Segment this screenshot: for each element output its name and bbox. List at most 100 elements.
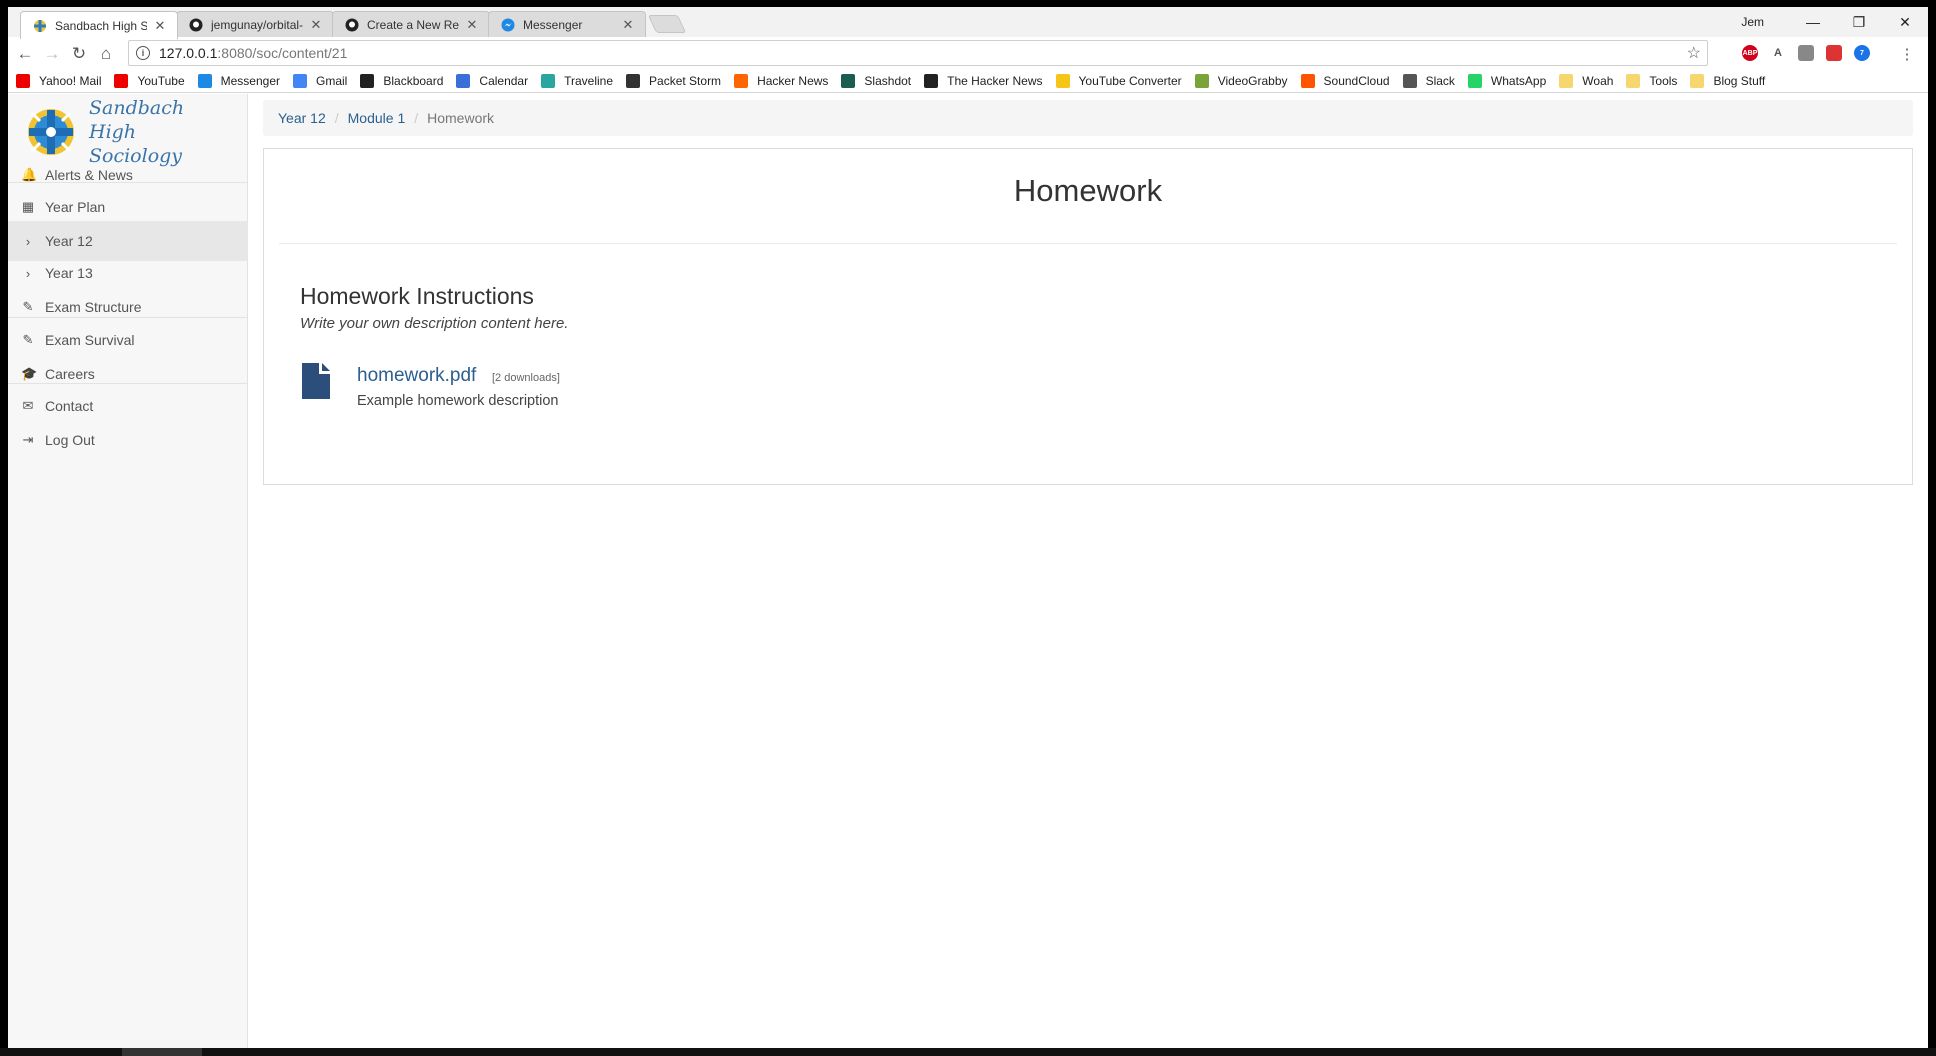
folder-icon [1690,74,1705,88]
file-icon[interactable] [302,363,330,399]
bookmark-label: Messenger [220,74,281,88]
bookmark-item[interactable]: YouTube [114,74,185,88]
bookmark-item[interactable]: VideoGrabby [1194,74,1288,88]
info-icon[interactable]: i [136,46,150,60]
bookmark-item[interactable]: Woah [1559,74,1613,88]
bookmark-item[interactable]: WhatsApp [1467,74,1546,88]
bookmark-label: The Hacker News [947,74,1043,88]
tab-orbital-sim[interactable]: jemgunay/orbital-sim: D ✕ [176,11,334,38]
bookmark-label: Gmail [316,74,348,88]
profile-name[interactable]: Jem [1741,15,1764,29]
sidebar-item-label: Year 13 [45,265,93,281]
sidebar-item-label: Contact [45,398,94,414]
messenger-icon [197,74,212,88]
bookmark-item[interactable]: Calendar [456,74,528,88]
calendar-icon [456,74,471,88]
adblock-icon[interactable]: ABP [1742,45,1758,61]
hackernews-icon [734,74,749,88]
breadcrumb-year-12[interactable]: Year 12 [278,110,326,126]
bookmark-label: Traveline [564,74,614,88]
new-tab-button[interactable] [647,15,687,33]
reload-button[interactable]: ↻ [68,43,90,65]
blackboard-icon [360,74,375,88]
bookmark-label: Hacker News [757,74,829,88]
sidebar: Sandbach High Sociology 🔔 Alerts & News ▦ Y… [8,94,248,1048]
red-extension-icon[interactable] [1826,45,1842,61]
bookmark-label: Packet Storm [649,74,722,88]
page-title: Homework [1013,173,1163,208]
sidebar-item-label: Year 12 [45,233,93,249]
slashdot-icon [841,74,856,88]
sidebar-item-label: Exam Structure [45,299,142,315]
logout-icon: ⇥ [22,432,34,447]
restore-button[interactable]: ❐ [1836,7,1882,37]
bookmark-item[interactable]: Traveline [541,74,613,88]
close-icon[interactable]: ✕ [621,17,635,33]
browser-window: Sandbach High Sociology ✕ jemgunay/orbit… [8,7,1928,1048]
youtube-red-icon [16,74,30,88]
taskbar [0,1048,1936,1056]
youtube-icon [114,74,129,88]
bookmark-item[interactable]: Slashdot [841,74,911,88]
breadcrumb-module-1[interactable]: Module 1 [348,110,406,126]
brand[interactable]: Sandbach High Sociology [26,97,236,167]
close-icon[interactable]: ✕ [309,17,323,33]
home-button[interactable]: ⌂ [95,43,117,65]
bookmark-item[interactable]: Packet Storm [626,74,721,88]
breadcrumb-current: Homework [427,110,495,126]
close-icon[interactable]: ✕ [153,18,167,34]
translate-icon[interactable]: A [1770,45,1786,61]
github-icon [345,18,359,32]
bookmark-item[interactable]: Blackboard [360,74,443,88]
tab-messenger[interactable]: Messenger ✕ [488,11,646,38]
extension-icon[interactable] [1798,45,1814,61]
pencil-icon: ✎ [22,299,34,314]
star-icon[interactable]: ☆ [1687,43,1701,63]
bookmark-item[interactable]: YouTube Converter [1055,74,1182,88]
bookmark-item[interactable]: Tools [1626,74,1677,88]
menu-icon[interactable]: ⋮ [1896,43,1918,65]
folder-icon [1559,74,1574,88]
forward-button[interactable]: → [41,43,63,65]
address-bar[interactable]: i 127.0.0.1:8080/soc/content/21 ☆ [128,40,1708,66]
bookmark-item[interactable]: The Hacker News [924,74,1043,88]
bookmark-item[interactable]: Gmail [293,74,347,88]
messenger-icon [501,18,515,32]
videograbby-icon [1194,74,1209,88]
browser-toolbar: ← → ↻ ⌂ i 127.0.0.1:8080/soc/content/21 … [8,37,1928,70]
packetstorm-icon [626,74,641,88]
breadcrumb: Year 12 / Module 1 / Homework [263,100,1913,136]
tab-create-repository[interactable]: Create a New Repository ✕ [332,11,490,38]
tab-sandbach-sociology[interactable]: Sandbach High Sociology ✕ [20,11,178,39]
bookmark-item[interactable]: Blog Stuff [1690,74,1765,88]
back-button[interactable]: ← [14,43,36,65]
sidebar-item-log-out[interactable]: ⇥ Log Out [8,420,248,460]
slack-icon [1402,74,1417,88]
taskbar-item[interactable] [122,1048,202,1056]
address-host: 127.0.0.1 [159,45,218,61]
screen: Sandbach High Sociology ✕ jemgunay/orbit… [0,0,1936,1056]
calendar-icon: ▦ [21,199,35,214]
bookmark-item[interactable]: SoundCloud [1300,74,1390,88]
bookmark-item[interactable]: Slack [1402,74,1455,88]
bookmark-item[interactable]: Hacker News [734,74,828,88]
file-download-link[interactable]: homework.pdf [357,365,476,387]
sidebar-item-label: Exam Survival [45,332,135,348]
divider [279,243,1897,244]
minimize-button[interactable]: — [1790,7,1836,37]
close-window-button[interactable]: ✕ [1882,7,1928,37]
bookmark-label: Blog Stuff [1713,74,1766,88]
content-panel: Homework Homework Instructions Write you… [263,148,1913,485]
gear-badge-icon[interactable]: 7 [1854,45,1870,61]
bookmark-label: Slashdot [864,74,912,88]
traveline-icon [541,74,556,88]
chevron-right-icon: › [25,233,31,249]
chevron-right-icon: › [25,265,31,281]
whatsapp-icon [1467,74,1482,88]
section-description: Write your own description content here. [300,315,569,332]
bookmark-item[interactable]: Yahoo! Mail [16,74,101,88]
school-logo [28,109,74,155]
close-icon[interactable]: ✕ [465,17,479,33]
bookmark-label: Tools [1649,74,1678,88]
bookmark-item[interactable]: Messenger [197,74,281,88]
